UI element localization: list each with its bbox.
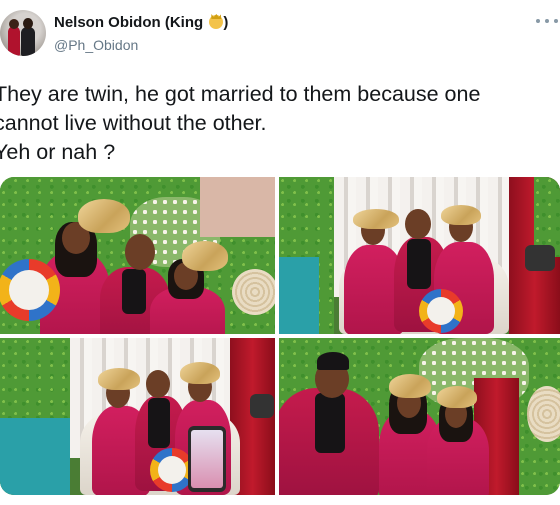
avatar-figure-head [23, 18, 33, 29]
hand-fan [419, 289, 463, 333]
media-grid [0, 177, 560, 495]
gele-headwrap [437, 386, 477, 408]
groom-cap [317, 352, 349, 370]
straw-hat [232, 269, 275, 315]
gele-headwrap [441, 205, 481, 225]
dot [554, 19, 558, 23]
groom-vest [148, 398, 170, 448]
avatar-figure-head [9, 19, 19, 29]
tweet-text-line: cannot live without the other. [0, 111, 267, 135]
groom-face [125, 234, 155, 270]
tweet-text-line: Yeh or nah ? [0, 140, 116, 164]
author-name[interactable]: Nelson Obidon (King ) [54, 14, 228, 34]
gele-headwrap [78, 199, 130, 233]
phone-screen [188, 426, 226, 492]
gele-headwrap [180, 362, 220, 384]
author-handle[interactable]: @Ph_Obidon [54, 37, 138, 53]
groom-vest [315, 393, 345, 453]
hand-fan [0, 259, 60, 321]
tweet-text: They are twin, he got married to them be… [0, 80, 560, 167]
straw-hat [527, 386, 560, 442]
gele-headwrap [98, 368, 140, 390]
teal-pot [0, 418, 70, 495]
author-display-name: Nelson Obidon (King [54, 14, 204, 31]
author-name-suffix: ) [223, 14, 229, 31]
teal-pot [279, 257, 319, 334]
tweet-card: Nelson Obidon (King ) @Ph_Obidon They ar… [0, 0, 560, 505]
media-photo-3[interactable] [0, 338, 275, 495]
avatar-figure [8, 26, 20, 56]
media-photo-1[interactable] [0, 177, 275, 334]
media-photo-2[interactable] [279, 177, 560, 334]
crown-emoji-icon [209, 15, 224, 29]
gele-headwrap [353, 209, 399, 229]
camera [525, 245, 555, 271]
gele-headwrap [182, 241, 228, 271]
camera [250, 394, 274, 418]
avatar-figure [21, 27, 35, 56]
wall [200, 177, 275, 237]
dot [545, 19, 549, 23]
more-options-icon[interactable] [536, 14, 558, 28]
author-avatar[interactable] [0, 10, 46, 56]
groom-vest [407, 239, 431, 289]
phone-display [191, 430, 223, 488]
tweet-text-line: They are twin, he got married to them be… [0, 82, 481, 106]
groom-face [146, 370, 170, 398]
groom-face [405, 209, 431, 239]
media-photo-4[interactable] [279, 338, 560, 495]
gele-headwrap [389, 374, 431, 398]
groom-vest [122, 269, 146, 314]
dot [536, 19, 540, 23]
